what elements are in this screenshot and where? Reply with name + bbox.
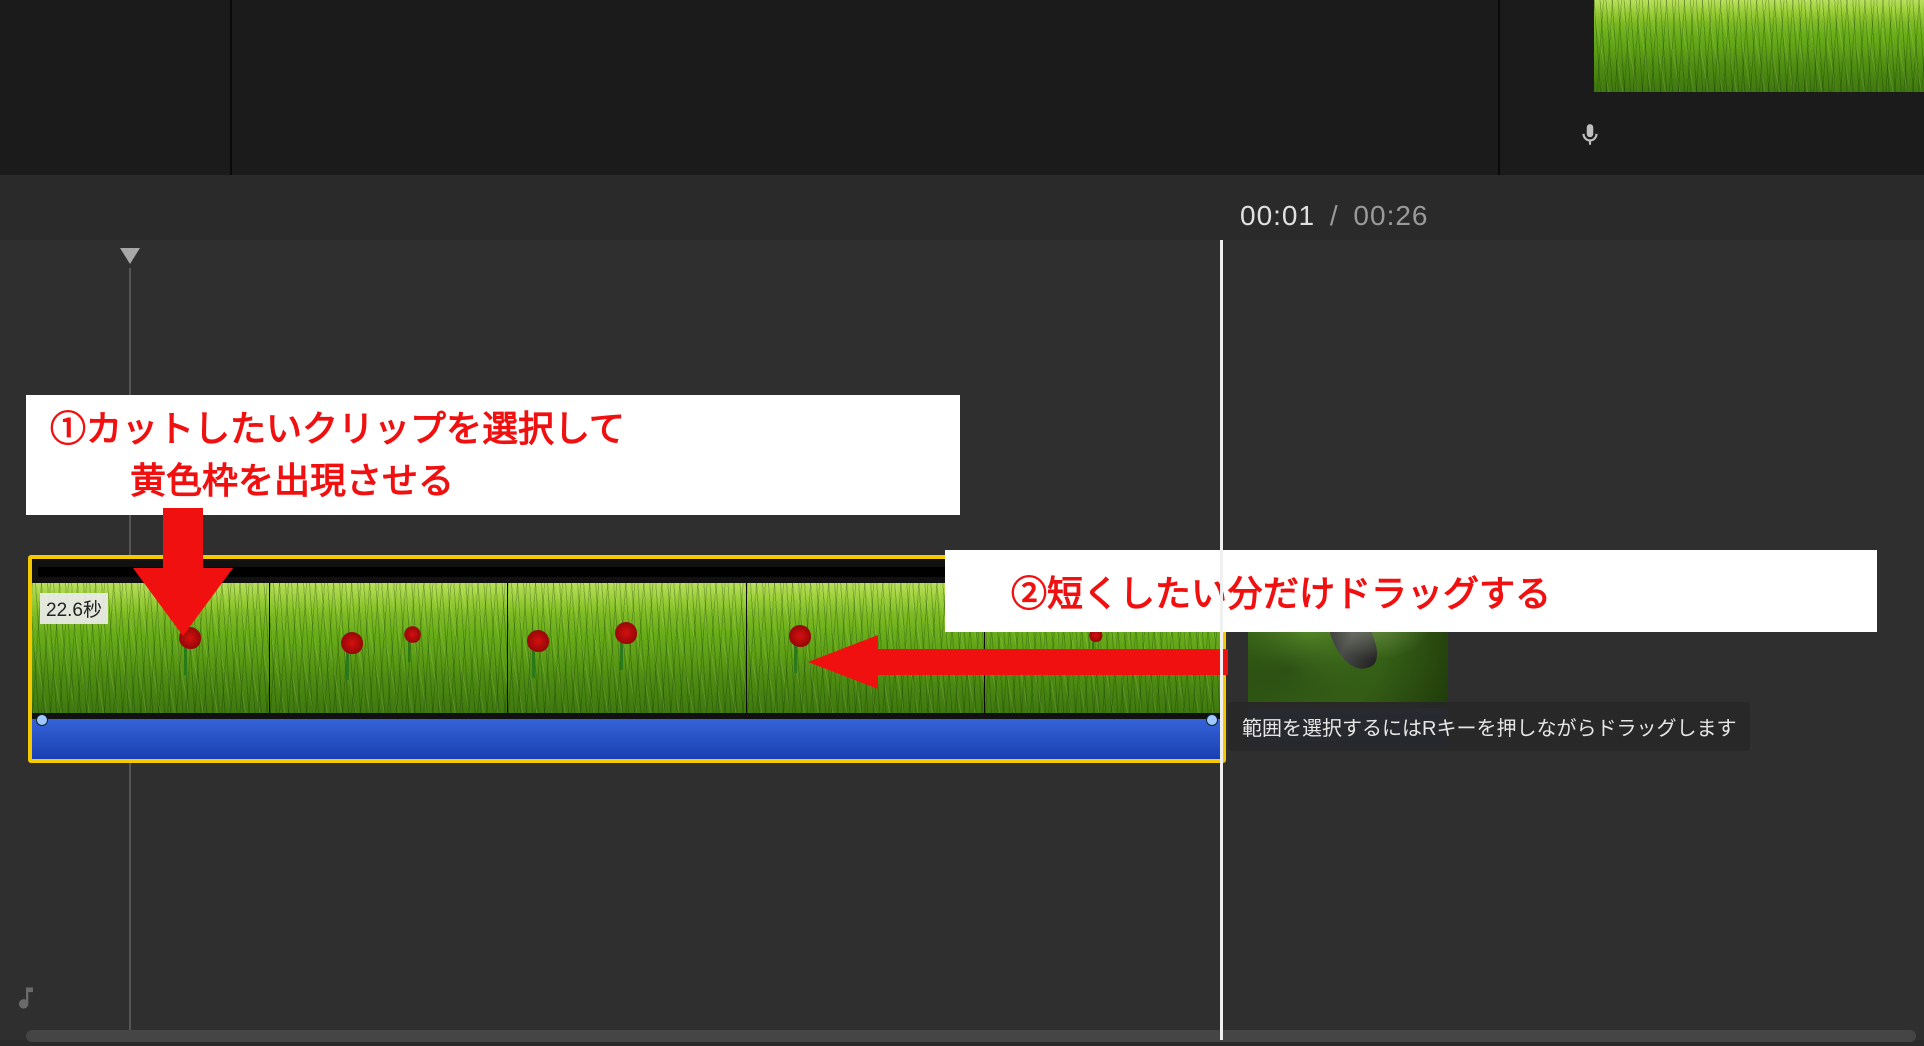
- vertical-divider: [230, 0, 232, 175]
- horizontal-scrollbar[interactable]: [26, 1030, 1916, 1042]
- timecode-current: 00:01: [1240, 200, 1315, 231]
- arrow-down-icon: [115, 508, 245, 638]
- viewer-toolbar: [0, 0, 1924, 175]
- tooltip: 範囲を選択するにはRキーを押しながらドラッグします: [1228, 702, 1750, 751]
- audio-fade-handle-left[interactable]: [36, 714, 48, 726]
- preview-thumbnail[interactable]: [1594, 0, 1924, 92]
- annotation-step1: ①カットしたいクリップを選択して 黄色枠を出現させる: [26, 395, 960, 515]
- vertical-divider: [1498, 0, 1500, 175]
- annotation-text: ①カットしたいクリップを選択して: [50, 403, 960, 455]
- music-note-icon: [12, 984, 40, 1012]
- arrow-left-icon: [808, 635, 1228, 689]
- annotation-text: 黄色枠を出現させる: [50, 455, 960, 507]
- clip-audio-track[interactable]: [32, 719, 1222, 759]
- annotation-step2: ②短くしたい分だけドラッグする: [945, 550, 1877, 632]
- microphone-icon: [1577, 122, 1603, 148]
- playhead-start-marker[interactable]: [116, 244, 144, 272]
- timecode-display: 00:01 / 00:26: [1240, 200, 1429, 232]
- clip-duration-badge: 22.6秒: [40, 593, 108, 624]
- timecode-separator: /: [1330, 200, 1339, 231]
- timecode-duration: 00:26: [1353, 200, 1428, 231]
- playhead[interactable]: [1220, 240, 1223, 1040]
- audio-fade-handle-right[interactable]: [1206, 714, 1218, 726]
- annotation-text: ②短くしたい分だけドラッグする: [1011, 565, 1551, 617]
- voiceover-record-button[interactable]: [1570, 115, 1610, 155]
